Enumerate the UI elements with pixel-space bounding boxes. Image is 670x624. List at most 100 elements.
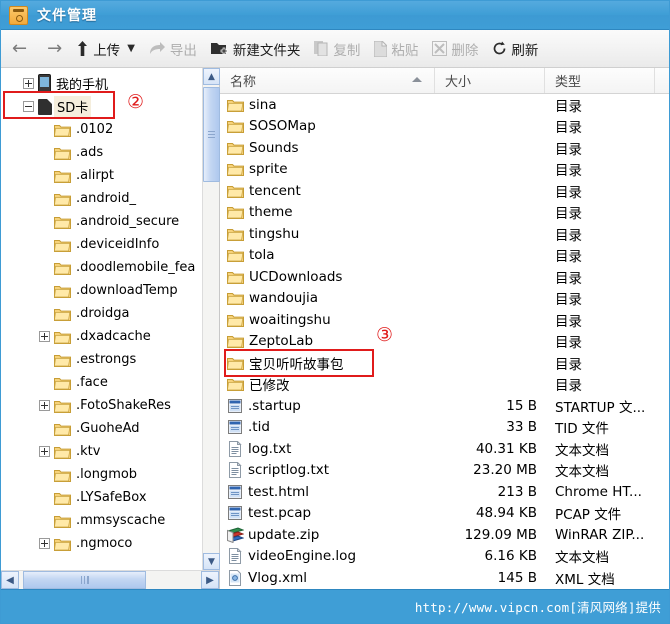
file-name-label: tencent [249, 182, 301, 199]
file-name-label: wandoujia [249, 290, 319, 307]
export-button: 导出 [142, 34, 204, 64]
table-row[interactable]: .tid 33 B TID 文件 [220, 417, 669, 439]
folder-icon [227, 162, 244, 177]
cell-type: 目录 [555, 378, 582, 395]
tree-node-alirpt[interactable]: .alirpt [1, 164, 202, 187]
window-file-icon [227, 484, 243, 500]
file-name-label: test.html [248, 483, 309, 500]
tree-node-droidga[interactable]: .droidga [1, 302, 202, 325]
scroll-down-button[interactable]: ▼ [203, 553, 220, 570]
cell-size: 23.20 MB [473, 462, 537, 479]
tree-node-longmob[interactable]: .longmob [1, 463, 202, 486]
cell-type: 目录 [555, 270, 582, 287]
export-icon [149, 41, 166, 56]
folder-icon [54, 123, 71, 137]
tree-node-face[interactable]: .face [1, 371, 202, 394]
window-file-icon [227, 505, 243, 521]
tree-node-deviceidInfo[interactable]: .deviceidInfo [1, 233, 202, 256]
file-name-label: 宝贝听听故事包 [249, 356, 344, 373]
column-header-type[interactable]: 类型 [545, 68, 655, 93]
table-row[interactable]: woaitingshu 目录 [220, 309, 669, 331]
table-row[interactable]: theme 目录 [220, 202, 669, 224]
tree-node-downloadTemp[interactable]: .downloadTemp [1, 279, 202, 302]
tree-node-0102[interactable]: .0102 [1, 118, 202, 141]
folder-icon [227, 270, 244, 284]
table-row[interactable]: Vlog.xml 145 B XML 文档 [220, 567, 669, 589]
tree-vertical-scrollbar[interactable]: ▲ ▼ [202, 68, 220, 570]
tree-node-ngmoco[interactable]: .ngmoco [1, 532, 202, 555]
tree-node-FotoShakeRes[interactable]: .FotoShakeRes [1, 394, 202, 417]
expand-icon[interactable] [39, 331, 50, 342]
table-row[interactable]: tola 目录 [220, 245, 669, 267]
column-header-name[interactable]: 名称 [220, 68, 435, 93]
table-row[interactable]: videoEngine.log 6.16 KB 文本文档 [220, 546, 669, 568]
cell-type: 目录 [555, 356, 582, 373]
table-row[interactable]: tencent 目录 [220, 180, 669, 202]
refresh-button[interactable]: 刷新 [485, 34, 545, 64]
folder-icon [54, 215, 71, 229]
tree-node-ads[interactable]: .ads [1, 141, 202, 164]
tree-node-label: SD卡 [54, 96, 92, 117]
table-row[interactable]: SOSOMap 目录 [220, 116, 669, 138]
table-row[interactable]: tingshu 目录 [220, 223, 669, 245]
table-row[interactable]: 已修改 目录 [220, 374, 669, 396]
cell-name: wandoujia [220, 290, 435, 306]
cell-type: 文本文档 [555, 442, 609, 459]
expand-icon[interactable] [23, 78, 34, 89]
folder-icon [227, 313, 244, 327]
tree-node-GuoheAd[interactable]: .GuoheAd [1, 417, 202, 440]
table-row[interactable]: log.txt 40.31 KB 文本文档 [220, 438, 669, 460]
chevron-down-icon[interactable]: ▼ [127, 43, 135, 54]
table-row[interactable]: Sounds 目录 [220, 137, 669, 159]
cell-name: SOSOMap [220, 118, 435, 134]
cell-name: .tid [220, 419, 435, 435]
sort-ascending-icon [412, 77, 422, 82]
tree-node-LYSafeBox[interactable]: .LYSafeBox [1, 486, 202, 509]
table-row[interactable]: test.html 213 B Chrome HT... [220, 481, 669, 503]
scroll-thumb[interactable] [203, 87, 220, 182]
tree-node-label: .longmob [76, 467, 138, 482]
forward-button[interactable]: → [34, 34, 69, 64]
tree-node-dxadcache[interactable]: .dxadcache [1, 325, 202, 348]
scroll-up-button[interactable]: ▲ [203, 68, 220, 85]
new-folder-button[interactable]: 新建文件夹 [204, 34, 308, 64]
tree-node-label: .FotoShakeRes [76, 398, 171, 413]
column-header-size[interactable]: 大小 [435, 68, 545, 93]
table-row[interactable]: ZeptoLab 目录 [220, 331, 669, 353]
tree-node-[interactable]: 我的手机 [1, 72, 202, 95]
table-row[interactable]: sina 目录 [220, 94, 669, 116]
collapse-icon[interactable] [23, 101, 34, 112]
tree-node-androidsecure[interactable]: .android_secure [1, 210, 202, 233]
text-doc-icon [227, 462, 243, 479]
cell-type: 目录 [555, 120, 582, 137]
expand-icon[interactable] [39, 400, 50, 411]
tree-node-SD[interactable]: SD卡 [1, 95, 202, 118]
tree-horizontal-scrollbar[interactable]: ◀ ▶ [1, 570, 219, 589]
table-row[interactable]: test.pcap 48.94 KB PCAP 文件 [220, 503, 669, 525]
table-row[interactable]: UCDownloads 目录 [220, 266, 669, 288]
table-row[interactable]: wandoujia 目录 [220, 288, 669, 310]
cell-name: sprite [220, 161, 435, 177]
scroll-left-button[interactable]: ◀ [1, 571, 19, 589]
tree-node-ktv[interactable]: .ktv [1, 440, 202, 463]
scroll-h-thumb[interactable] [23, 571, 146, 589]
tree-node-estrongs[interactable]: .estrongs [1, 348, 202, 371]
expand-icon[interactable] [39, 538, 50, 549]
back-button[interactable]: ← [5, 34, 34, 64]
folder-icon [54, 353, 71, 367]
tree-node-android[interactable]: .android_ [1, 187, 202, 210]
table-row[interactable]: sprite 目录 [220, 159, 669, 181]
folder-tree[interactable]: 我的手机 SD卡 .0102 .ads .alirpt .android_ .android… [1, 68, 202, 570]
tree-node-mmsyscache[interactable]: .mmsyscache [1, 509, 202, 532]
cell-name: test.pcap [220, 505, 435, 521]
cell-type: 目录 [555, 335, 582, 352]
file-rows[interactable]: sina 目录 SOSOMap 目录 Sounds 目录 sprite 目录 tencent 目录… [220, 94, 669, 589]
table-row[interactable]: 宝贝听听故事包 目录 [220, 352, 669, 374]
upload-button[interactable]: 上传 ▼ [69, 34, 142, 64]
table-row[interactable]: update.zip 129.09 MB WinRAR ZIP... [220, 524, 669, 546]
table-row[interactable]: scriptlog.txt 23.20 MB 文本文档 [220, 460, 669, 482]
expand-icon[interactable] [39, 446, 50, 457]
scroll-right-button[interactable]: ▶ [201, 571, 219, 589]
tree-node-doodlemobilefea[interactable]: .doodlemobile_fea [1, 256, 202, 279]
table-row[interactable]: .startup 15 B STARTUP 文... [220, 395, 669, 417]
